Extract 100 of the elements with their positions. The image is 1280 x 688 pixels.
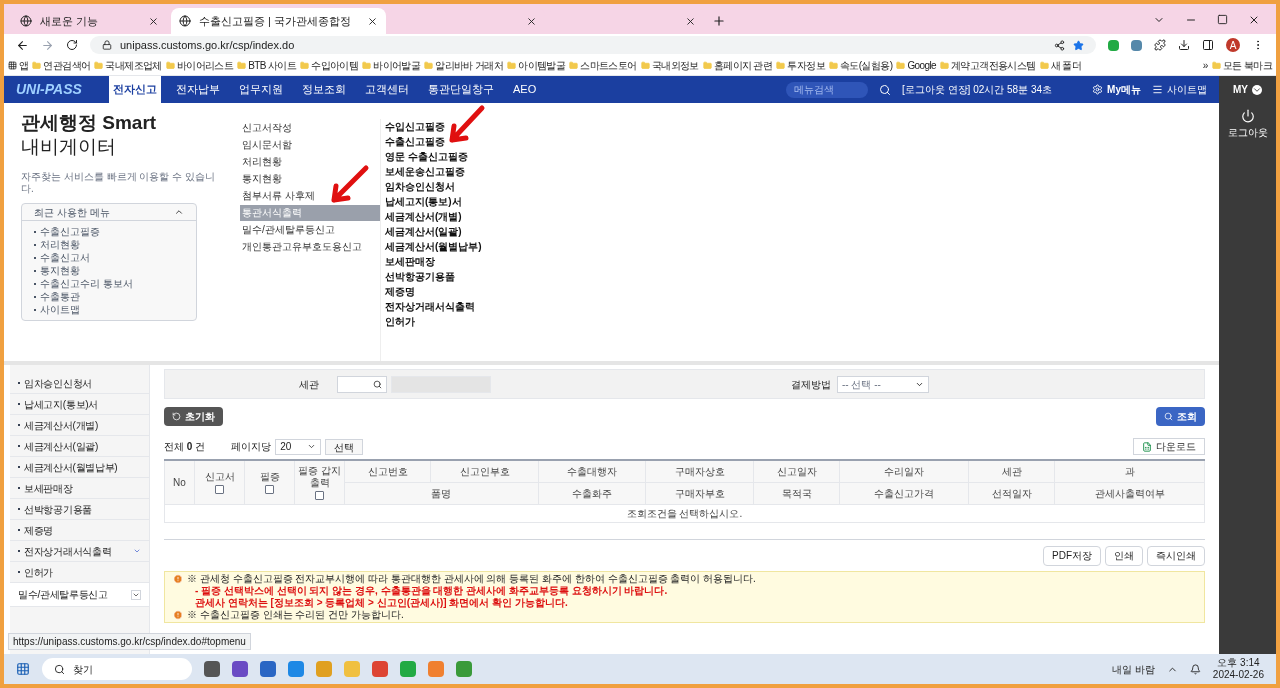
print-button[interactable]: PDF저장: [1043, 545, 1101, 566]
clock-date[interactable]: 2024-02-26: [1212, 669, 1264, 681]
bookmark-item[interactable]: 홈페이지 관련: [702, 58, 773, 73]
bookmark-star-icon[interactable]: [1073, 39, 1084, 51]
taskbar-app-icon[interactable]: [232, 661, 248, 677]
navigator-menu-item[interactable]: 통지현황: [240, 170, 380, 187]
bookmark-item[interactable]: BTB 사이트: [237, 58, 297, 73]
taskbar-app-icon[interactable]: [260, 661, 276, 677]
sidebar-item[interactable]: 전자상거래서식출력: [10, 541, 149, 562]
print-button[interactable]: 즉시인쇄: [1147, 545, 1205, 566]
recent-menu-item[interactable]: 수출신고서: [40, 251, 90, 264]
navigator-submenu-item[interactable]: 선박항공기용품: [385, 269, 570, 284]
navigator-submenu-item[interactable]: 납세고지(통보)서: [385, 194, 570, 209]
recent-menu-item[interactable]: 수출신고수리 통보서: [40, 277, 133, 290]
navigator-submenu-item[interactable]: 전자상거래서식출력: [385, 299, 570, 314]
navigator-menu-item[interactable]: 임시문서함: [240, 136, 380, 153]
navigator-menu-item[interactable]: 첨부서류 사후제: [240, 187, 380, 204]
bookmark-item[interactable]: 바이어리스트: [165, 58, 234, 73]
navigator-submenu-item[interactable]: 제증명: [385, 284, 570, 299]
bookmark-item[interactable]: 계약고객전용시스템: [940, 58, 1036, 73]
nav-tab[interactable]: 고객센터: [361, 76, 413, 103]
maximize-icon[interactable]: [1217, 14, 1228, 25]
share-icon[interactable]: [1054, 39, 1065, 51]
nav-tab[interactable]: 업무지원: [235, 76, 287, 103]
side-panel-icon[interactable]: [1202, 39, 1214, 51]
nav-tab[interactable]: AEO: [509, 76, 541, 103]
taskbar-app-icon[interactable]: [372, 661, 388, 677]
search-icon[interactable]: [879, 83, 892, 96]
navigator-submenu-item[interactable]: 인허가: [385, 314, 570, 329]
sidebar-item[interactable]: 세금계산서(개별): [10, 415, 149, 436]
bookmark-item[interactable]: 앱: [8, 58, 29, 73]
customs-field[interactable]: [337, 375, 387, 393]
download-button[interactable]: 다운로드: [1133, 438, 1205, 455]
search-button[interactable]: 조회: [1156, 407, 1205, 426]
new-tab-icon[interactable]: [712, 14, 726, 28]
navigator-submenu-item[interactable]: 보세운송신고필증: [385, 164, 570, 179]
recent-menu-item[interactable]: 처리현황: [40, 238, 80, 251]
download-icon[interactable]: [1178, 39, 1190, 51]
site-logo[interactable]: UNI-PASS: [16, 79, 98, 100]
per-page-select[interactable]: 20: [275, 438, 322, 455]
forward-icon[interactable]: [41, 38, 54, 52]
apply-button[interactable]: 선택: [325, 438, 364, 455]
close-icon[interactable]: [1248, 14, 1260, 26]
taskbar-app-icon[interactable]: [204, 661, 220, 677]
more-bookmarks[interactable]: »: [1202, 58, 1208, 73]
recent-menu-item[interactable]: 통지현황: [40, 264, 80, 277]
bookmark-item[interactable]: 스마트스토어: [569, 58, 637, 73]
my-link[interactable]: MY: [1233, 82, 1248, 97]
bookmark-item[interactable]: 속도(실험용): [828, 58, 893, 73]
browser-tab[interactable]: 수출신고필증 | 국가관세종합정: [171, 8, 386, 34]
start-icon[interactable]: [16, 662, 30, 676]
bookmark-item[interactable]: 알리바바 거래처: [424, 58, 504, 73]
recent-menu-item[interactable]: 수출신고필증: [40, 225, 100, 238]
sidebar-item[interactable]: 임차승인신청서: [10, 373, 149, 394]
navigator-submenu-item[interactable]: 임차승인신청서: [385, 179, 570, 194]
weather-text[interactable]: 내일 바람: [1112, 661, 1155, 677]
my-menu-link[interactable]: My메뉴: [1092, 82, 1141, 97]
nav-tab[interactable]: 정보조회: [298, 76, 350, 103]
profile-avatar[interactable]: A: [1226, 38, 1240, 52]
bookmark-item[interactable]: 투자정보: [776, 58, 825, 73]
taskbar-search-field[interactable]: 찾기: [42, 658, 192, 680]
navigator-menu-item[interactable]: 신고서작성: [240, 119, 380, 136]
recent-menu-item[interactable]: 수출통관: [40, 290, 80, 303]
header-checkbox[interactable]: [215, 484, 224, 494]
navigator-menu-item[interactable]: 처리현황: [240, 153, 380, 170]
close-icon[interactable]: [148, 15, 159, 27]
search-icon[interactable]: [373, 379, 382, 389]
collapse-icon[interactable]: [174, 207, 184, 217]
bookmark-item[interactable]: 국내외정보: [640, 58, 699, 73]
navigator-submenu-item[interactable]: 세금계산서(월별납부): [385, 239, 570, 254]
extensions-icon[interactable]: [1154, 39, 1166, 51]
bookmark-item[interactable]: Google: [896, 58, 937, 73]
extension-icon[interactable]: [1108, 39, 1119, 51]
navigator-submenu-item[interactable]: 수출신고필증: [385, 134, 570, 149]
navigator-submenu-item[interactable]: 세금계산서(일괄): [385, 224, 570, 239]
close-icon[interactable]: [526, 15, 537, 27]
bookmark-item[interactable]: 새 폴더: [1039, 58, 1082, 73]
logout-button[interactable]: 로그아웃: [1227, 109, 1268, 140]
sidebar-item[interactable]: 납세고지(통보)서: [10, 394, 149, 415]
bookmark-item[interactable]: 국내제조업체: [94, 58, 162, 73]
sidebar-item[interactable]: 보세판매장: [10, 478, 149, 499]
header-checkbox[interactable]: [265, 484, 274, 494]
reload-icon[interactable]: [66, 39, 78, 51]
sitemap-link[interactable]: 사이트맵: [1152, 82, 1207, 97]
sidebar-item[interactable]: 제증명: [10, 520, 149, 541]
extension-icon[interactable]: [1131, 39, 1142, 51]
navigator-submenu-item[interactable]: 영문 수출신고필증: [385, 149, 570, 164]
reset-button[interactable]: 초기화: [164, 407, 223, 426]
session-timer[interactable]: [로그아웃 연장] 02시간 58분 34초: [902, 82, 1053, 97]
caret-icon[interactable]: [1252, 84, 1262, 95]
bookmark-item[interactable]: 수입아이템: [300, 58, 359, 73]
notification-icon[interactable]: [1189, 663, 1201, 675]
sidebar-item[interactable]: 세금계산서(월별납부): [10, 457, 149, 478]
navigator-menu-item[interactable]: 밀수/관세탈루등신고: [240, 221, 380, 238]
navigator-submenu-item[interactable]: 세금계산서(개별): [385, 209, 570, 224]
bookmark-item[interactable]: 모든 북마크: [1211, 58, 1272, 73]
address-field[interactable]: unipass.customs.go.kr/csp/index.do: [90, 36, 1096, 54]
sidebar-item[interactable]: 세금계산서(일괄): [10, 436, 149, 457]
close-icon[interactable]: [367, 15, 378, 27]
bookmark-item[interactable]: 아이템발굴: [507, 58, 566, 73]
